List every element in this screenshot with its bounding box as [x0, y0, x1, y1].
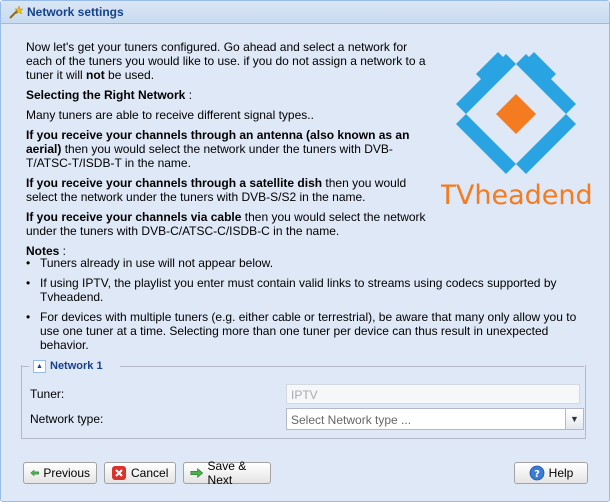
help-label: Help [548, 466, 574, 480]
arrow-left-icon [30, 469, 39, 477]
collapse-icon[interactable]: ▲ [33, 359, 46, 373]
intro-text: Now let's get your tuners configured. Go… [26, 40, 431, 264]
satellite-text: If you receive your channels through a s… [26, 176, 407, 204]
cancel-label: Cancel [131, 466, 169, 480]
network-type-label: Network type: [30, 412, 104, 426]
section-heading: Selecting the Right Network : [26, 88, 193, 102]
tvheadend-logo: TVheadend [441, 52, 591, 211]
network-legend[interactable]: ▲ Network 1 [33, 359, 103, 373]
cable-text: If you receive your channels via cable t… [26, 210, 426, 238]
tuner-field: IPTV [286, 384, 580, 404]
help-button[interactable]: ? Help [514, 462, 588, 484]
cancel-icon [112, 466, 126, 480]
antenna-text: If you receive your channels through an … [26, 128, 410, 170]
save-next-button[interactable]: Save & Next [183, 459, 271, 487]
previous-button[interactable]: Previous [23, 462, 97, 484]
intro-paragraph: Now let's get your tuners configured. Go… [26, 40, 426, 82]
fieldset-border [120, 366, 584, 367]
network-legend-label: Network 1 [50, 360, 103, 372]
list-item: Tuners already in use will not appear be… [26, 256, 586, 270]
signal-types-text: Many tuners are able to receive differen… [26, 108, 314, 122]
network-type-select[interactable]: Select Network type ... ▼ [286, 408, 584, 430]
list-item: For devices with multiple tuners (e.g. e… [26, 310, 586, 352]
window-titlebar: Network settings [1, 1, 609, 24]
previous-label: Previous [43, 466, 90, 480]
wizard-content: Now let's get your tuners configured. Go… [16, 32, 593, 446]
save-next-label: Save & Next [207, 459, 247, 487]
chevron-down-icon[interactable]: ▼ [565, 409, 583, 429]
window-title: Network settings [27, 5, 124, 19]
tuner-label: Tuner: [30, 387, 65, 401]
network-type-placeholder: Select Network type ... [291, 413, 412, 427]
notes-list: Tuners already in use will not appear be… [26, 256, 586, 358]
svg-text:?: ? [534, 469, 540, 480]
magic-wand-icon [9, 5, 23, 19]
logo-text: TVheadend [441, 180, 591, 211]
fieldset-border [21, 366, 29, 367]
network-settings-window: Network settings Now let's get your tune… [0, 0, 610, 502]
help-icon: ? [529, 465, 545, 481]
cancel-button[interactable]: Cancel [104, 462, 176, 484]
arrow-right-icon [190, 468, 204, 478]
list-item: If using IPTV, the playlist you enter mu… [26, 276, 586, 304]
